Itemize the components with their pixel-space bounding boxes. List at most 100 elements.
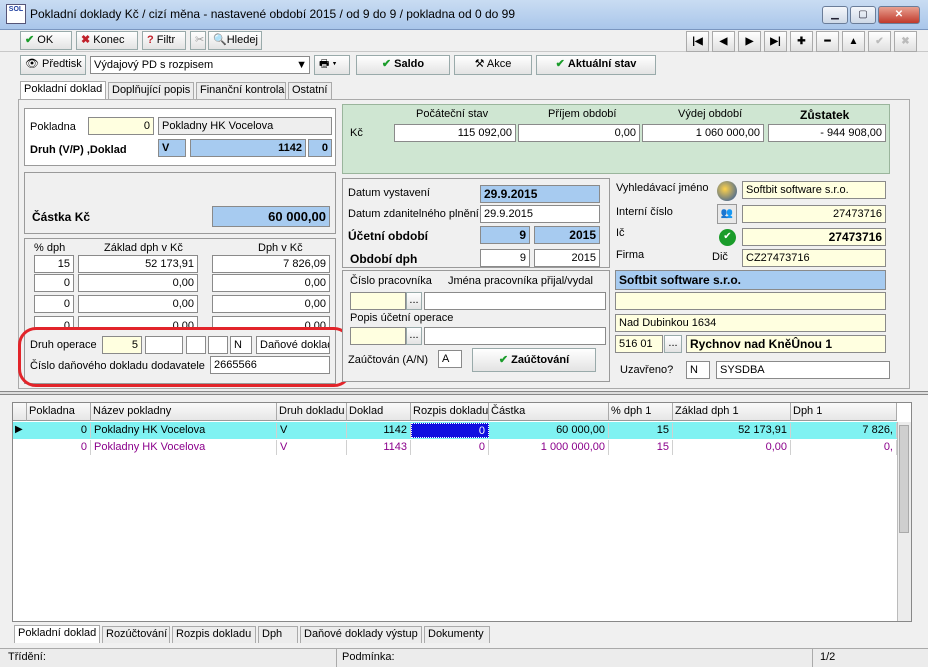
popis-operace-input[interactable]: [350, 327, 406, 345]
grid-cell[interactable]: 52 173,91: [673, 423, 791, 438]
tab-pokladni-doklad[interactable]: Pokladní doklad: [20, 81, 106, 99]
grid-header-dph-percent[interactable]: % dph 1: [609, 403, 673, 421]
zauctovani-button[interactable]: ✔ Zaúčtování: [472, 348, 596, 372]
firma-name-input[interactable]: Softbit software s.r.o.: [615, 270, 886, 290]
psc-input[interactable]: 516 01: [615, 335, 663, 353]
dph-row-3-zaklad[interactable]: 0,00: [78, 295, 198, 313]
ic-input[interactable]: 27473716: [742, 228, 886, 246]
bottom-tab-danove-doklady[interactable]: Daňové doklady výstup: [300, 626, 422, 643]
bottom-tab-rozuctovani[interactable]: Rozúčtování: [102, 626, 170, 643]
doklad-input[interactable]: 1142: [190, 139, 306, 157]
filtr-button[interactable]: ? Filtr: [142, 31, 186, 50]
grid-cell[interactable]: 1 000 000,00: [489, 440, 609, 455]
grid-header-castka[interactable]: Částka: [489, 403, 609, 421]
print-button[interactable]: 🖶 ▾: [314, 55, 350, 75]
bottom-tab-pokladni-doklad[interactable]: Pokladní doklad: [14, 625, 100, 643]
grid-header-pokladna[interactable]: Pokladna: [27, 403, 91, 421]
people-icon[interactable]: 👥: [717, 204, 737, 224]
jmena-pracovnika-input[interactable]: [424, 292, 606, 310]
dph-row-3-percent[interactable]: 0: [34, 295, 74, 313]
close-button[interactable]: ✕: [878, 6, 920, 24]
pracovnik-lookup-button[interactable]: ...: [406, 292, 422, 310]
grid-header-dph[interactable]: Dph 1: [791, 403, 897, 421]
ok-button[interactable]: ✔ OK: [20, 31, 72, 50]
grid-header-doklad[interactable]: Doklad: [347, 403, 411, 421]
tab-ostatni[interactable]: Ostatní: [288, 82, 332, 99]
aktualni-stav-button[interactable]: ✔ Aktuální stav: [536, 55, 656, 75]
castka-input[interactable]: 60 000,00: [212, 206, 330, 227]
grid-cell[interactable]: 0,: [791, 440, 897, 455]
interni-cislo-input[interactable]: 27473716: [742, 205, 886, 223]
bottom-tab-rozpis[interactable]: Rozpis dokladu: [172, 626, 256, 643]
dph-row-3-dph[interactable]: 0,00: [212, 295, 330, 313]
grid-cell[interactable]: 0: [27, 423, 91, 438]
dph-row-2-dph[interactable]: 0,00: [212, 274, 330, 292]
ucetni-rok-input[interactable]: 2015: [534, 226, 600, 244]
popis-lookup-button[interactable]: ...: [406, 327, 422, 345]
dph-row-1-percent[interactable]: 15: [34, 255, 74, 273]
grid-cell[interactable]: V: [277, 423, 347, 438]
cancel-record-button[interactable]: ✖: [894, 31, 917, 52]
grid-header-nazev[interactable]: Název pokladny: [91, 403, 277, 421]
dph-row-1-zaklad[interactable]: 52 173,91: [78, 255, 198, 273]
grid-cell[interactable]: 0: [27, 440, 91, 455]
street-input[interactable]: Nad Dubinkou 1634: [615, 314, 886, 332]
obdobi-mesic-input[interactable]: 9: [480, 249, 530, 267]
grid-cell[interactable]: 7 826,: [791, 423, 897, 438]
prev-record-button[interactable]: ◀: [712, 31, 735, 52]
datum-zdan-input[interactable]: 29.9.2015: [480, 205, 600, 223]
grid-cell[interactable]: Pokladny HK Vocelova: [91, 440, 277, 455]
next-record-button[interactable]: ▶: [738, 31, 761, 52]
bottom-tab-dph[interactable]: Dph: [258, 626, 298, 643]
predtisk-button[interactable]: 👁 Předtisk: [20, 55, 86, 75]
dph-row-2-percent[interactable]: 0: [34, 274, 74, 292]
popis-operace-text[interactable]: [424, 327, 606, 345]
grid-cell[interactable]: 15: [609, 440, 673, 455]
obdobi-rok-input[interactable]: 2015: [534, 249, 600, 267]
post-record-button[interactable]: ✔: [868, 31, 891, 52]
zauctovan-input[interactable]: A: [438, 350, 462, 368]
splitter[interactable]: [0, 391, 928, 395]
last-record-button[interactable]: ▶|: [764, 31, 787, 52]
dph-row-1-dph[interactable]: 7 826,09: [212, 255, 330, 273]
tab-doplnujici-popis[interactable]: Doplňující popis: [108, 82, 194, 99]
datum-vystaveni-input[interactable]: 29.9.2015: [480, 185, 600, 203]
bottom-tab-dokumenty[interactable]: Dokumenty: [424, 626, 490, 643]
minimize-button[interactable]: ▁: [822, 6, 848, 24]
saldo-button[interactable]: ✔ Saldo: [356, 55, 450, 75]
ucetni-mesic-input[interactable]: 9: [480, 226, 530, 244]
grid-cell[interactable]: Pokladny HK Vocelova: [91, 423, 277, 438]
grid-cell[interactable]: 15: [609, 423, 673, 438]
city-input[interactable]: Rychnov nad KněÛnou 1: [686, 335, 886, 353]
dic-input[interactable]: CZ27473716: [742, 249, 886, 267]
doklad2-input[interactable]: 0: [308, 139, 332, 157]
grid-cell[interactable]: 0,00: [673, 440, 791, 455]
grid-header-druh[interactable]: Druh dokladu: [277, 403, 347, 421]
hledej-button[interactable]: 🔍Hledej: [208, 31, 262, 50]
add-record-button[interactable]: ✚: [790, 31, 813, 52]
maximize-button[interactable]: ▢: [850, 6, 876, 24]
konec-button[interactable]: ✖ Konec: [76, 31, 138, 50]
check-circle-icon[interactable]: ✔: [719, 229, 736, 246]
grid-cell[interactable]: V: [277, 440, 347, 455]
akce-button[interactable]: ⚒ Akce: [454, 55, 532, 75]
cislo-pracovnika-input[interactable]: [350, 292, 406, 310]
grid-cell[interactable]: 0: [411, 440, 489, 455]
grid-cell[interactable]: 60 000,00: [489, 423, 609, 438]
firma-addr-input[interactable]: [615, 292, 886, 310]
report-select[interactable]: Výdajový PD s rozpisem ▼: [90, 56, 310, 74]
grid-header-rozpis[interactable]: Rozpis dokladu: [411, 403, 489, 421]
grid-cell[interactable]: 1142: [347, 423, 411, 438]
dph-row-2-zaklad[interactable]: 0,00: [78, 274, 198, 292]
globe-icon[interactable]: [717, 181, 737, 201]
edit-record-button[interactable]: ▲: [842, 31, 865, 52]
scissors-icon[interactable]: ✂: [190, 31, 206, 50]
pokladna-input[interactable]: 0: [88, 117, 154, 135]
scrollbar-thumb[interactable]: [899, 425, 909, 533]
tab-financni-kontrola[interactable]: Finanční kontrola: [196, 82, 286, 99]
grid-cell-selected[interactable]: 0: [411, 423, 489, 438]
grid-cell[interactable]: 1143: [347, 440, 411, 455]
first-record-button[interactable]: |◀: [686, 31, 709, 52]
psc-lookup-button[interactable]: ...: [664, 335, 682, 353]
delete-record-button[interactable]: ━: [816, 31, 839, 52]
